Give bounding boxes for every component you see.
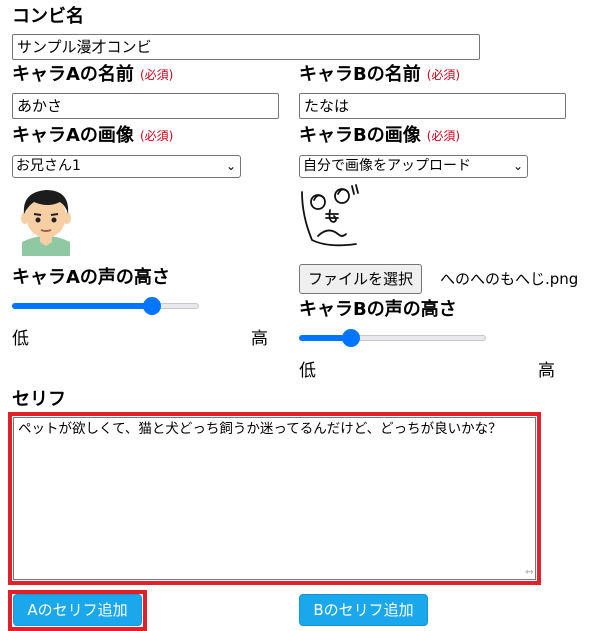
chara-b-name-label: キャラBの名前 (必須) (299, 64, 461, 85)
chara-b-name-input[interactable]: たなは (299, 93, 566, 119)
slider-thumb[interactable] (143, 297, 162, 315)
chara-a-image-select[interactable]: お兄さん1 ⌄ (12, 155, 241, 178)
chara-b-image-selected: 自分で画像をアップロード (303, 158, 471, 174)
chara-b-image-select[interactable]: 自分で画像をアップロード ⌄ (299, 155, 528, 178)
chara-b-pitch-high: 高 (538, 361, 555, 381)
serif-textarea[interactable]: ペットが欲しくて、猫と犬どっち飼うか迷ってるんだけど、どっちが良いかな？ (13, 417, 536, 580)
chara-a-avatar-image (21, 190, 71, 256)
required-mark: (必須) (139, 68, 174, 82)
selected-file-name: へのへのもへじ.png (440, 270, 579, 288)
required-mark: (必須) (426, 129, 461, 143)
chara-a-name-input[interactable]: あかさ (12, 93, 279, 119)
serif-label: セリフ (12, 389, 66, 410)
chevron-down-icon: ⌄ (512, 159, 523, 173)
chara-b-image-label: キャラBの画像 (必須) (299, 125, 461, 146)
required-mark: (必須) (139, 129, 174, 143)
chara-b-pitch-slider[interactable] (299, 328, 486, 348)
slider-fill (12, 303, 153, 309)
chara-b-uploaded-image (301, 184, 359, 247)
chara-a-pitch-low: 低 (12, 329, 29, 349)
file-select-button[interactable]: ファイルを選択 (299, 264, 423, 294)
slider-thumb[interactable] (342, 329, 361, 347)
chara-a-image-selected: お兄さん1 (16, 158, 81, 174)
chevron-down-icon: ⌄ (225, 159, 236, 173)
resize-grip-icon[interactable]: ⇿ (525, 567, 533, 578)
chara-a-pitch-slider[interactable] (12, 296, 199, 316)
chara-a-image-label: キャラAの画像 (必須) (12, 125, 174, 146)
add-a-serif-button[interactable]: Aのセリフ追加 (13, 594, 142, 626)
combi-name-label: コンビ名 (12, 6, 84, 27)
chara-a-pitch-label: キャラAの声の高さ (12, 267, 170, 288)
required-mark: (必須) (426, 68, 461, 82)
chara-a-name-label: キャラAの名前 (必須) (12, 64, 174, 85)
combi-name-input[interactable]: サンプル漫才コンビ (12, 34, 480, 60)
add-b-serif-button[interactable]: Bのセリフ追加 (299, 594, 428, 626)
chara-a-pitch-high: 高 (251, 329, 268, 349)
chara-b-pitch-label: キャラBの声の高さ (299, 299, 457, 320)
chara-b-pitch-low: 低 (299, 361, 316, 381)
